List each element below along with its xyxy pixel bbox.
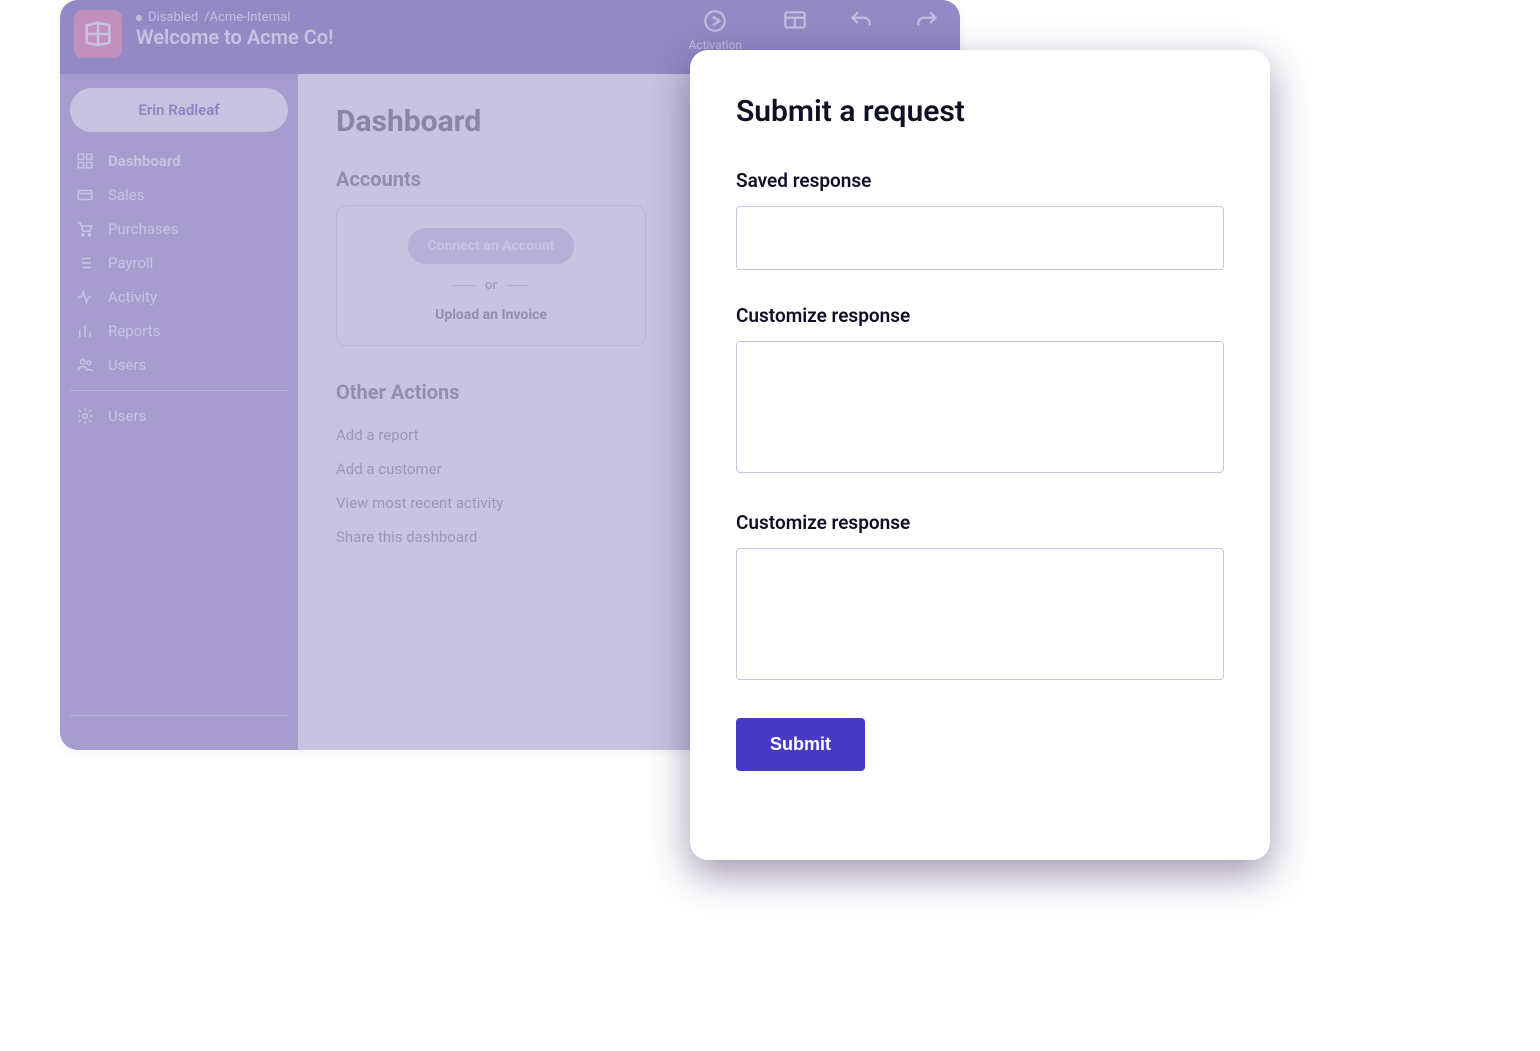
sidebar-item-label: Purchases <box>108 220 178 238</box>
sidebar-item-activity[interactable]: Activity <box>70 280 288 314</box>
sidebar-item-label: Sales <box>108 186 144 204</box>
submit-request-modal: Submit a request Saved response Customiz… <box>690 50 1270 860</box>
users-icon <box>76 356 94 374</box>
header-status: Disabled <box>148 10 198 25</box>
or-text: or <box>485 278 497 293</box>
gear-icon <box>76 407 94 425</box>
customize-response-textarea-1[interactable] <box>736 341 1224 473</box>
status-dot-icon <box>136 15 142 21</box>
connect-account-button[interactable]: Connect an Account <box>408 228 575 264</box>
grid-icon <box>76 152 94 170</box>
header-text-block: Disabled /Acme-Internal Welcome to Acme … <box>136 10 333 49</box>
chart-icon <box>76 322 94 340</box>
layout-icon <box>782 8 808 34</box>
sidebar-item-dashboard[interactable]: Dashboard <box>70 144 288 178</box>
customize-response-label-1: Customize response <box>736 304 1224 327</box>
header-status-row: Disabled /Acme-Internal <box>136 10 333 25</box>
header-action-undo[interactable] <box>848 8 874 52</box>
upload-invoice-link[interactable]: Upload an Invoice <box>435 307 547 323</box>
saved-response-label: Saved response <box>736 169 1224 192</box>
form-group-saved-response: Saved response <box>736 169 1224 270</box>
customize-response-textarea-2[interactable] <box>736 548 1224 680</box>
activation-icon <box>702 8 728 34</box>
divider-line-icon <box>453 285 475 286</box>
undo-icon <box>848 8 874 34</box>
form-group-customize-response-1: Customize response <box>736 304 1224 477</box>
sidebar-item-reports[interactable]: Reports <box>70 314 288 348</box>
sidebar-divider <box>70 390 288 391</box>
divider-line-icon <box>507 285 529 286</box>
redo-icon <box>914 8 940 34</box>
sidebar-item-users[interactable]: Users <box>70 348 288 382</box>
list-icon <box>76 254 94 272</box>
header-action-layout[interactable] <box>782 8 808 52</box>
sidebar-item-payroll[interactable]: Payroll <box>70 246 288 280</box>
accounts-box: Connect an Account or Upload an Invoice <box>336 205 646 346</box>
header-breadcrumb: /Acme-Internal <box>204 10 290 25</box>
header-actions: Activation <box>688 8 940 52</box>
modal-title: Submit a request <box>736 94 1224 129</box>
header-title: Welcome to Acme Co! <box>136 25 333 49</box>
card-icon <box>76 186 94 204</box>
sidebar-item-purchases[interactable]: Purchases <box>70 212 288 246</box>
customize-response-label-2: Customize response <box>736 511 1224 534</box>
sidebar-item-label: Activity <box>108 288 157 306</box>
sidebar-item-label: Users <box>108 407 146 425</box>
sidebar-bottom-divider <box>70 715 288 716</box>
saved-response-input[interactable] <box>736 206 1224 270</box>
sidebar-item-label: Users <box>108 356 146 374</box>
header-action-redo[interactable] <box>914 8 940 52</box>
user-pill[interactable]: Erin Radleaf <box>70 88 288 132</box>
sidebar-item-sales[interactable]: Sales <box>70 178 288 212</box>
activity-icon <box>76 288 94 306</box>
or-divider: or <box>453 278 529 293</box>
sidebar-item-label: Payroll <box>108 254 153 272</box>
sidebar: Erin Radleaf Dashboard Sales Purchases P… <box>60 74 298 750</box>
submit-button[interactable]: Submit <box>736 718 865 771</box>
sidebar-item-settings[interactable]: Users <box>70 399 288 433</box>
header-action-activation[interactable]: Activation <box>688 8 742 52</box>
cart-icon <box>76 220 94 238</box>
app-logo <box>74 10 122 58</box>
sidebar-item-label: Reports <box>108 322 160 340</box>
form-group-customize-response-2: Customize response <box>736 511 1224 684</box>
sidebar-item-label: Dashboard <box>108 152 181 170</box>
